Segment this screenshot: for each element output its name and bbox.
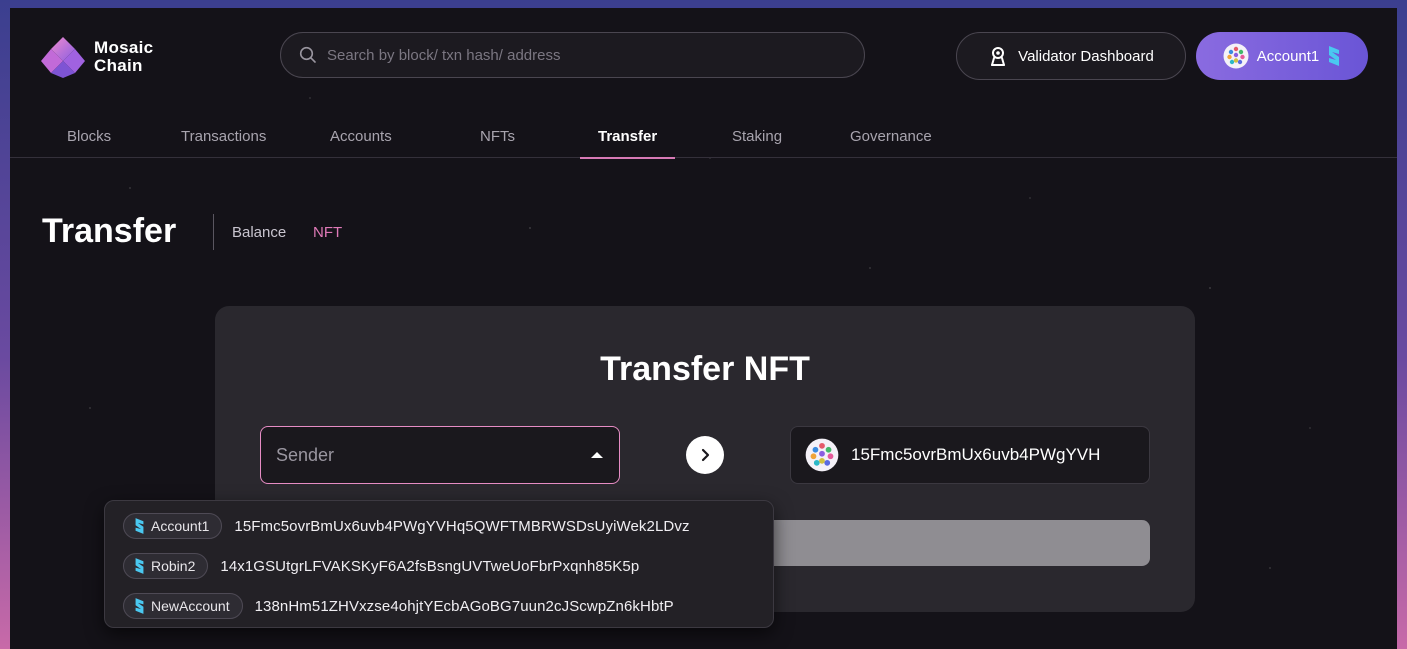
- validator-icon: [991, 47, 1006, 66]
- mosaic-avatar-icon: [1223, 43, 1249, 69]
- tab-staking[interactable]: Staking: [732, 108, 782, 158]
- receiver-field[interactable]: 15Fmc5ovrBmUx6uvb4PWgYVH: [790, 426, 1150, 484]
- sender-select[interactable]: Sender: [260, 426, 620, 484]
- tab-transfer[interactable]: Transfer: [579, 108, 676, 159]
- dropdown-option[interactable]: NewAccount 138nHm51ZHVxzse4ohjtYEcbAGoBG…: [123, 591, 674, 621]
- subtab-balance[interactable]: Balance: [232, 224, 286, 241]
- tab-governance[interactable]: Governance: [850, 108, 932, 158]
- account-address: 15Fmc5ovrBmUx6uvb4PWgYVHq5QWFTMBRWSDsUyi…: [234, 517, 690, 535]
- main-nav: Blocks Transactions Accounts NFTs Transf…: [10, 108, 1397, 159]
- chain-s-icon: [135, 518, 144, 534]
- account-name: Robin2: [151, 558, 196, 574]
- sender-placeholder: Sender: [276, 444, 335, 465]
- mosaic-logo-icon: [41, 37, 85, 78]
- account-name: Account1: [151, 518, 210, 534]
- validator-dashboard-label: Validator Dashboard: [1018, 47, 1154, 65]
- dropdown-option[interactable]: Robin2 14x1GSUtgrLFVAKSKyF6A2fsBsngUVTwe…: [123, 551, 639, 581]
- tab-blocks[interactable]: Blocks: [67, 108, 111, 158]
- chain-s-icon: [135, 558, 144, 574]
- header: Mosaic Chain Validator Dashboard: [10, 8, 1397, 108]
- chain-s-icon: [1329, 46, 1340, 66]
- tab-accounts[interactable]: Accounts: [330, 108, 392, 158]
- mosaic-avatar-icon: [805, 438, 839, 472]
- page-title: Transfer: [42, 212, 177, 250]
- account-chip: NewAccount: [123, 593, 243, 619]
- search-input[interactable]: [327, 46, 847, 64]
- search-bar[interactable]: [280, 32, 865, 78]
- account-button[interactable]: Account1: [1196, 32, 1368, 80]
- account-name: NewAccount: [151, 598, 230, 614]
- search-icon: [299, 46, 316, 63]
- chain-s-icon: [135, 598, 144, 614]
- tab-transactions[interactable]: Transactions: [181, 108, 266, 158]
- account-address: 14x1GSUtgrLFVAKSKyF6A2fsBsngUVTweUoFbrPx…: [220, 557, 640, 575]
- brand-line-1: Mosaic: [94, 38, 154, 57]
- account-button-label: Account1: [1256, 47, 1320, 65]
- chevron-right-icon: [701, 448, 710, 462]
- account-chip: Account1: [123, 513, 223, 539]
- subtab-nft[interactable]: NFT: [313, 224, 342, 241]
- logo[interactable]: Mosaic Chain: [40, 34, 153, 80]
- card-title: Transfer NFT: [600, 350, 810, 388]
- account-chip: Robin2: [123, 553, 209, 579]
- sender-dropdown: Account1 15Fmc5ovrBmUx6uvb4PWgYVHq5QWFTM…: [104, 500, 774, 628]
- swap-direction-button[interactable]: [686, 436, 724, 474]
- receiver-address: 15Fmc5ovrBmUx6uvb4PWgYVH: [851, 445, 1101, 464]
- dropdown-option[interactable]: Account1 15Fmc5ovrBmUx6uvb4PWgYVHq5QWFTM…: [123, 511, 690, 541]
- title-divider: [213, 214, 214, 250]
- validator-dashboard-button[interactable]: Validator Dashboard: [956, 32, 1186, 80]
- app-window: Mosaic Chain Validator Dashboard: [10, 8, 1397, 649]
- account-address: 138nHm51ZHVxzse4ohjtYEcbAGoBG7uun2cJScwp…: [254, 597, 674, 615]
- tab-nfts[interactable]: NFTs: [480, 108, 515, 158]
- brand-line-2: Chain: [94, 56, 143, 75]
- brand-name: Mosaic Chain: [94, 39, 153, 75]
- caret-up-icon: [591, 452, 603, 458]
